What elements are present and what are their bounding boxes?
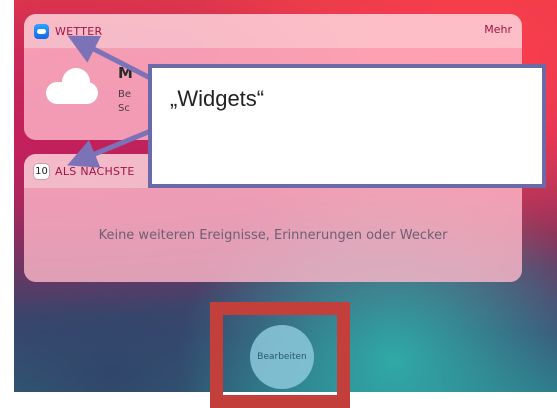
edit-button-label: Bearbeiten — [257, 352, 307, 362]
weather-description-line1: Be — [118, 89, 132, 100]
weather-location: M — [118, 64, 133, 82]
no-events-text: Keine weiteren Ereignisse, Erinnerungen … — [98, 227, 448, 243]
widgets-callout: „Widgets“ — [148, 64, 546, 188]
weather-widget-title: WETTER — [55, 24, 103, 38]
weather-app-icon — [34, 23, 49, 39]
more-button[interactable]: Mehr — [484, 23, 512, 36]
edit-button[interactable]: Bearbeiten — [250, 325, 314, 389]
weather-description-line2: Sc — [118, 103, 130, 114]
weather-description: Be Sc — [118, 88, 131, 116]
weather-widget-header[interactable]: WETTER Mehr — [24, 14, 522, 48]
cloud-icon — [46, 68, 98, 104]
calendar-app-icon: 10 — [34, 163, 49, 179]
up-next-widget-title: ALS NÄCHSTE — [55, 164, 135, 178]
up-next-widget-body[interactable]: Keine weiteren Ereignisse, Erinnerungen … — [24, 188, 522, 282]
callout-text: „Widgets“ — [170, 86, 265, 111]
